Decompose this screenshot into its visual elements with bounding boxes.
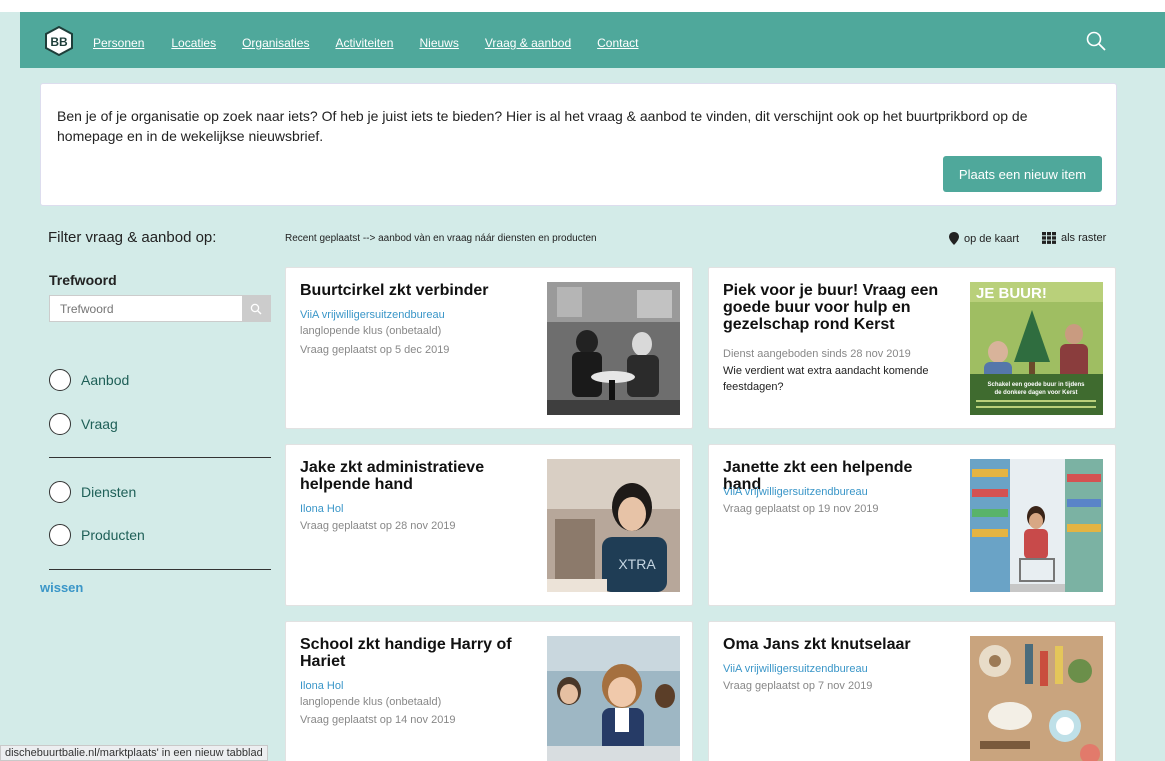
card-poster-kerst[interactable]: JE BUUR! Schakel een goede buur in tijde… bbox=[970, 282, 1103, 415]
card-date: Vraag geplaatst op 14 nov 2019 bbox=[300, 714, 456, 726]
grid-icon bbox=[1042, 232, 1056, 244]
listing-card-janette[interactable]: Janette zkt een helpende hand ViiA vrijw… bbox=[708, 444, 1116, 606]
keyword-input[interactable] bbox=[50, 296, 244, 321]
filter-option-vraag[interactable]: Vraag bbox=[49, 413, 118, 435]
card-date: Vraag geplaatst op 7 nov 2019 bbox=[723, 680, 873, 692]
card-photo-supermarket[interactable] bbox=[970, 459, 1103, 592]
nav-item-organisaties[interactable]: Organisaties bbox=[242, 36, 309, 50]
filter-title: Filter vraag & aanbod op: bbox=[48, 229, 217, 246]
filter-divider bbox=[49, 569, 271, 570]
keyword-search-box bbox=[49, 295, 271, 322]
new-item-button[interactable]: Plaats een nieuw item bbox=[943, 156, 1102, 192]
filter-option-aanbod[interactable]: Aanbod bbox=[49, 369, 129, 391]
poster-image: JE BUUR! Schakel een goede buur in tijde… bbox=[970, 282, 1103, 415]
card-date: Vraag geplaatst op 19 nov 2019 bbox=[723, 503, 879, 515]
nav-item-contact[interactable]: Contact bbox=[597, 36, 638, 50]
grid-view-toggle[interactable]: als raster bbox=[1042, 232, 1106, 244]
card-organisation[interactable]: ViiA vrijwilligersuitzendbureau bbox=[723, 663, 868, 675]
photo-image bbox=[970, 459, 1103, 592]
main-navigation: BB Personen Locaties Organisaties Activi… bbox=[20, 12, 1165, 68]
search-icon bbox=[250, 303, 262, 314]
listing-card-jake[interactable]: Jake zkt administratieve helpende hand I… bbox=[285, 444, 693, 606]
card-organisation[interactable]: ViiA vrijwilligersuitzendbureau bbox=[723, 486, 868, 498]
card-organisation[interactable]: Ilona Hol bbox=[300, 503, 343, 515]
filter-option-label: Vraag bbox=[81, 416, 118, 432]
listing-card-school[interactable]: School zkt handige Harry of Hariet Ilona… bbox=[285, 621, 693, 761]
card-photo-office[interactable]: XTRA bbox=[547, 459, 680, 592]
intro-text: Ben je of je organisatie op zoek naar ie… bbox=[57, 108, 1028, 144]
keyword-search-button[interactable] bbox=[242, 296, 270, 321]
photo-image: XTRA bbox=[547, 459, 680, 592]
radio-circle[interactable] bbox=[49, 413, 71, 435]
radio-circle[interactable] bbox=[49, 524, 71, 546]
card-date: Dienst aangeboden sinds 28 nov 2019 bbox=[723, 348, 911, 360]
card-title[interactable]: School zkt handige Harry of Hariet bbox=[300, 636, 530, 670]
card-photo-classroom[interactable] bbox=[547, 636, 680, 761]
card-photo-cafe[interactable] bbox=[547, 282, 680, 415]
card-organisation[interactable]: Ilona Hol bbox=[300, 680, 343, 692]
nav-item-activiteiten[interactable]: Activiteiten bbox=[335, 36, 393, 50]
map-view-toggle[interactable]: op de kaart bbox=[949, 232, 1019, 245]
nav-item-locaties[interactable]: Locaties bbox=[171, 36, 216, 50]
browser-top-strip bbox=[0, 0, 1165, 12]
radio-circle[interactable] bbox=[49, 369, 71, 391]
filter-option-producten[interactable]: Producten bbox=[49, 524, 145, 546]
card-title[interactable]: Buurtcirkel zkt verbinder bbox=[300, 282, 530, 299]
nav-item-personen[interactable]: Personen bbox=[93, 36, 144, 50]
card-title[interactable]: Piek voor je buur! Vraag een goede buur … bbox=[723, 282, 953, 333]
nav-item-vraag-aanbod[interactable]: Vraag & aanbod bbox=[485, 36, 571, 50]
grid-view-label: als raster bbox=[1061, 232, 1107, 244]
card-type: langlopende klus (onbetaald) bbox=[300, 696, 442, 708]
photo-image bbox=[970, 636, 1103, 761]
listing-subtitle: Recent geplaatst --> aanbod vàn en vraag… bbox=[285, 233, 597, 244]
nav-item-nieuws[interactable]: Nieuws bbox=[419, 36, 458, 50]
listing-card-buurtcirkel[interactable]: Buurtcirkel zkt verbinder ViiA vrijwilli… bbox=[285, 267, 693, 429]
browser-status-bar: dischebuurtbalie.nl/marktplaats' in een … bbox=[0, 745, 268, 761]
photo-image bbox=[547, 636, 680, 761]
card-organisation[interactable]: ViiA vrijwilligersuitzendbureau bbox=[300, 309, 445, 321]
logo-text: BB bbox=[50, 35, 68, 49]
search-icon[interactable] bbox=[1086, 31, 1106, 51]
poster-line-2: de donkere dagen voor Kerst bbox=[994, 390, 1077, 396]
filter-option-label: Aanbod bbox=[81, 372, 130, 388]
card-title[interactable]: Oma Jans zkt knutselaar bbox=[723, 636, 953, 653]
intro-panel: Ben je of je organisatie op zoek naar ie… bbox=[40, 83, 1117, 206]
keyword-label: Trefwoord bbox=[49, 272, 117, 288]
listing-card-oma-jans[interactable]: Oma Jans zkt knutselaar ViiA vrijwillige… bbox=[708, 621, 1116, 761]
shirt-text: XTRA bbox=[618, 556, 656, 572]
radio-circle[interactable] bbox=[49, 481, 71, 503]
card-photo-crafts[interactable] bbox=[970, 636, 1103, 761]
filter-option-label: Producten bbox=[81, 527, 145, 543]
filter-divider bbox=[49, 457, 271, 458]
card-description: Wie verdient wat extra aandacht komende … bbox=[723, 365, 929, 393]
map-pin-icon bbox=[949, 232, 959, 245]
clear-filters-link[interactable]: wissen bbox=[40, 580, 83, 595]
card-type: langlopende klus (onbetaald) bbox=[300, 325, 442, 337]
poster-title: JE BUUR! bbox=[976, 285, 1047, 302]
photo-image bbox=[547, 282, 680, 415]
listing-card-kerst[interactable]: Piek voor je buur! Vraag een goede buur … bbox=[708, 267, 1116, 429]
logo-icon[interactable]: BB bbox=[44, 26, 74, 56]
poster-line-1: Schakel een goede buur in tijdens bbox=[987, 382, 1085, 388]
map-view-label: op de kaart bbox=[964, 232, 1020, 245]
card-date: Vraag geplaatst op 28 nov 2019 bbox=[300, 520, 456, 532]
nav-menu: Personen Locaties Organisaties Activitei… bbox=[93, 36, 639, 50]
filter-option-diensten[interactable]: Diensten bbox=[49, 481, 136, 503]
card-date: Vraag geplaatst op 5 dec 2019 bbox=[300, 344, 450, 356]
card-title[interactable]: Jake zkt administratieve helpende hand bbox=[300, 459, 530, 493]
filter-option-label: Diensten bbox=[81, 484, 137, 500]
